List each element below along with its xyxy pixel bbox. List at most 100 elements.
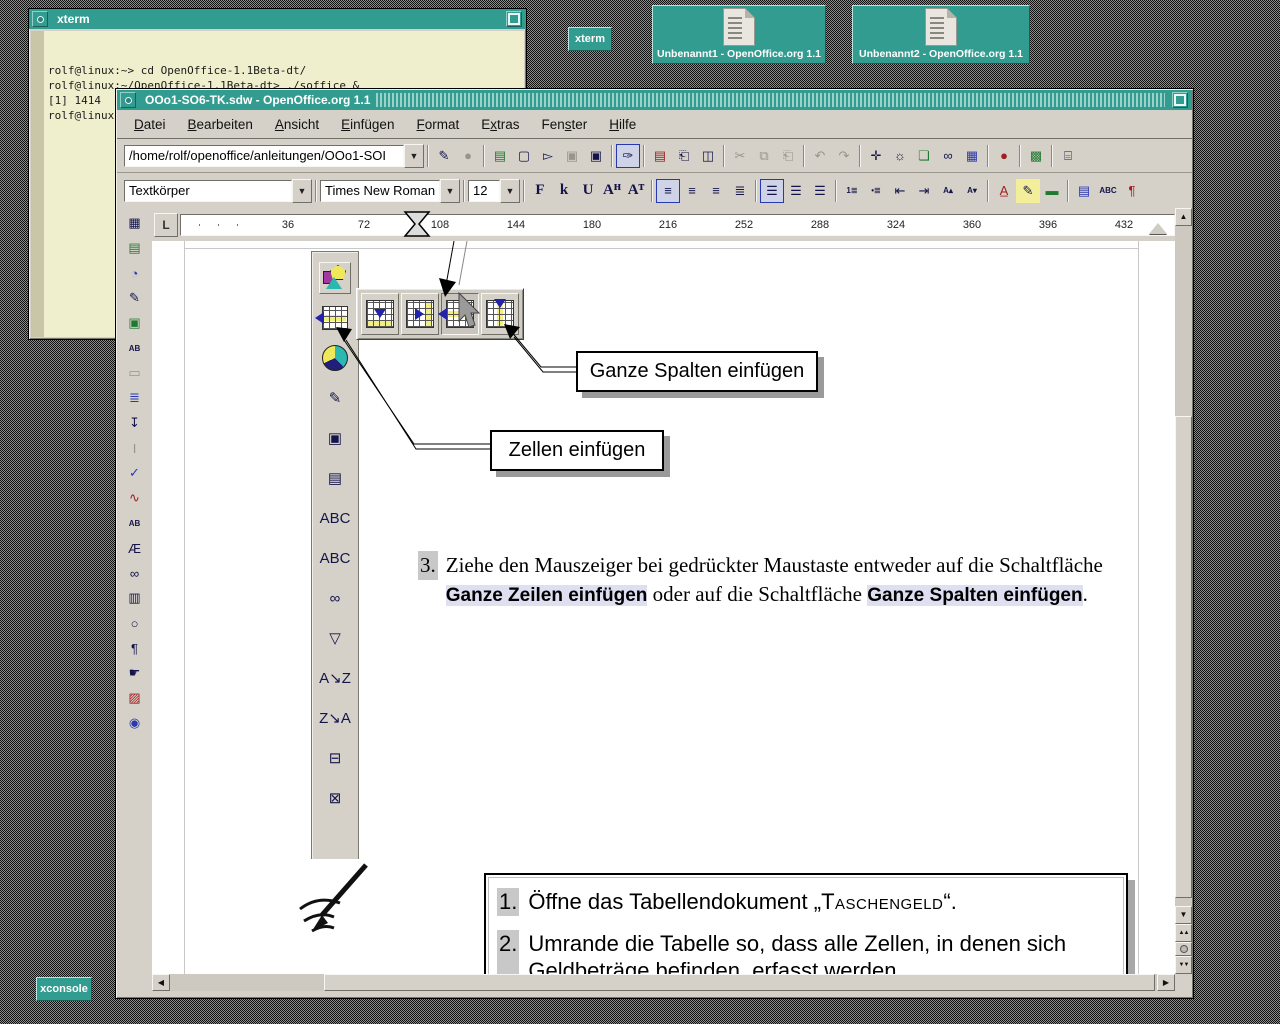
online-layout-icon[interactable]: ▦	[960, 144, 984, 168]
paragraph-style-dropdown[interactable]: ▼	[292, 179, 312, 203]
linespacing-1-icon[interactable]: ☰	[760, 179, 784, 203]
font-name-value[interactable]: Times New Roman	[320, 180, 440, 202]
insert-ibeam-icon[interactable]: I	[123, 436, 147, 460]
record-macro-icon[interactable]: ●	[992, 144, 1016, 168]
redo-icon[interactable]: ↷	[832, 144, 856, 168]
xterm-scrollbar[interactable]	[31, 31, 45, 337]
scroll-up-button[interactable]: ▲	[1175, 208, 1192, 226]
horizontal-scroll-thumb[interactable]	[324, 974, 1155, 991]
menu-fenster[interactable]: Fenster	[531, 114, 599, 135]
menu-hilfe[interactable]: Hilfe	[598, 114, 647, 135]
spellcheck-abc-icon[interactable]: ABC	[1096, 179, 1120, 203]
increase-indent-icon[interactable]: ⇥	[912, 179, 936, 203]
edit-mode-icon[interactable]: ✑	[616, 144, 640, 168]
scroll-down-button[interactable]: ▼	[1175, 906, 1192, 924]
insert-frame-icon[interactable]: ▭	[123, 361, 147, 385]
form-functions-icon[interactable]: ▣	[123, 311, 147, 335]
draw-functions-icon[interactable]: ✎	[123, 286, 147, 310]
thesaurus-icon[interactable]: Æ	[123, 536, 147, 560]
bullet-list-icon[interactable]: •≣	[864, 179, 888, 203]
menu-extras[interactable]: Extras	[470, 114, 530, 135]
xterm-menu-button[interactable]	[32, 11, 48, 27]
align-left-icon[interactable]: ≡	[656, 179, 680, 203]
save-all-icon[interactable]: ▣	[584, 144, 608, 168]
numbering-icon[interactable]: ≣	[123, 386, 147, 410]
url-dropdown-button[interactable]: ▼	[404, 144, 424, 168]
vertical-scrollbar[interactable]: ▲ ▼ ▲▲ ▼▼	[1175, 208, 1192, 974]
font-decrease-icon[interactable]: A▾	[960, 179, 984, 203]
menu-format[interactable]: Format	[405, 114, 470, 135]
nonprinting-chars-icon[interactable]: ¶	[123, 636, 147, 660]
xterm-maximize-button[interactable]	[506, 11, 522, 27]
font-size-value[interactable]: 12	[468, 180, 500, 202]
minwin-unbenannt1[interactable]: Unbenannt1 - OpenOffice.org 1.1	[652, 5, 826, 64]
export-pdf-icon[interactable]: ▤	[648, 144, 672, 168]
font-size-dropdown[interactable]: ▼	[500, 179, 520, 203]
minwin-unbenannt2[interactable]: Unbenannt2 - OpenOffice.org 1.1	[852, 5, 1030, 64]
vertical-scroll-track[interactable]	[1175, 226, 1192, 906]
spellcheck-icon[interactable]: ✓	[123, 461, 147, 485]
document-view[interactable]: ✎▣▤ABCABC∞▽A↘ZZ↘A⊟⊠	[152, 241, 1175, 974]
ruler-indent-marker[interactable]	[1149, 223, 1167, 234]
font-increase-icon[interactable]: A▴	[936, 179, 960, 203]
paste-icon[interactable]: ⎗	[776, 144, 800, 168]
scroll-left-button[interactable]: ◀	[152, 974, 170, 991]
bold-icon[interactable]: F	[528, 179, 552, 203]
stop-loading-icon[interactable]: ●	[456, 144, 480, 168]
stylist-icon[interactable]: ☼	[888, 144, 912, 168]
undo-icon[interactable]: ↶	[808, 144, 832, 168]
insert-icon[interactable]: ▤	[123, 236, 147, 260]
new-doc-from-template-icon[interactable]: ▤	[488, 144, 512, 168]
font-color-icon[interactable]: A̲	[992, 179, 1016, 203]
xterm-titlebar[interactable]: xterm	[29, 9, 526, 29]
copy-icon[interactable]: ⧉	[752, 144, 776, 168]
decrease-indent-icon[interactable]: ⇤	[888, 179, 912, 203]
hyphenation-icon[interactable]: AB	[123, 511, 147, 535]
formatting-marks-icon[interactable]: ¶	[1120, 179, 1144, 203]
menu-datei[interactable]: Datei	[123, 114, 177, 135]
previous-page-button[interactable]: ▲▲	[1175, 924, 1192, 942]
superscript-icon[interactable]: Aᴴ	[600, 179, 624, 203]
window-maximize-button[interactable]	[1172, 92, 1188, 108]
align-justify-icon[interactable]: ≣	[728, 179, 752, 203]
page-preview-icon[interactable]: ◫	[696, 144, 720, 168]
next-page-button[interactable]: ▼▼	[1175, 956, 1192, 974]
menu-bearbeiten[interactable]: Bearbeiten	[177, 114, 264, 135]
open-drawer-icon[interactable]: ⌸	[1056, 144, 1080, 168]
page-style-icon[interactable]: ▤	[1072, 179, 1096, 203]
horizontal-scroll-track[interactable]	[170, 974, 1157, 991]
autotext-icon[interactable]: AB	[123, 336, 147, 360]
url-input[interactable]: /home/rolf/openoffice/anleitungen/OOo1-S…	[124, 145, 404, 167]
align-right-icon[interactable]: ≡	[704, 179, 728, 203]
edit-file-icon[interactable]: ✎	[432, 144, 456, 168]
linespacing-2-icon[interactable]: ☰	[808, 179, 832, 203]
insert-object-icon[interactable]: ◔	[123, 261, 147, 285]
save-document-icon[interactable]: ▣	[560, 144, 584, 168]
highlight-color-icon[interactable]: ✎	[1016, 179, 1040, 203]
insert-graphics-icon[interactable]: ▩	[1024, 144, 1048, 168]
ruler-strip[interactable]: 3672108144180216252288324360396432468	[180, 214, 1175, 236]
align-center-icon[interactable]: ≡	[680, 179, 704, 203]
italic-icon[interactable]: k	[552, 179, 576, 203]
graphics-toggle-icon[interactable]: ▨	[123, 686, 147, 710]
font-name-dropdown[interactable]: ▼	[440, 179, 460, 203]
direct-cursor-icon[interactable]: ☛	[123, 661, 147, 685]
find-icon[interactable]: ∞	[123, 561, 147, 585]
menu-ansicht[interactable]: Ansicht	[264, 114, 330, 135]
navigator-icon[interactable]: ✛	[864, 144, 888, 168]
auto-spellcheck-icon[interactable]: ∿	[123, 486, 147, 510]
scroll-right-button[interactable]: ▶	[1157, 974, 1175, 991]
vertical-scroll-thumb[interactable]	[1175, 416, 1192, 898]
insert-footnote-icon[interactable]: ↧	[123, 411, 147, 435]
horizontal-scrollbar[interactable]: ◀ ▶	[152, 974, 1175, 991]
new-document-icon[interactable]: ▢	[512, 144, 536, 168]
subscript-icon[interactable]: Aᵀ	[624, 179, 648, 203]
gallery-icon[interactable]: ❏	[912, 144, 936, 168]
ruler-tab-type-button[interactable]: L	[154, 213, 178, 237]
paragraph-bg-icon[interactable]: ▬	[1040, 179, 1064, 203]
menu-einfuegen[interactable]: Einfügen	[330, 114, 405, 135]
online-layout-toggle-icon[interactable]: ◉	[123, 711, 147, 735]
insert-table-icon[interactable]: ▦	[123, 211, 147, 235]
navigation-button[interactable]	[1175, 942, 1192, 956]
numbered-list-icon[interactable]: 1≣	[840, 179, 864, 203]
